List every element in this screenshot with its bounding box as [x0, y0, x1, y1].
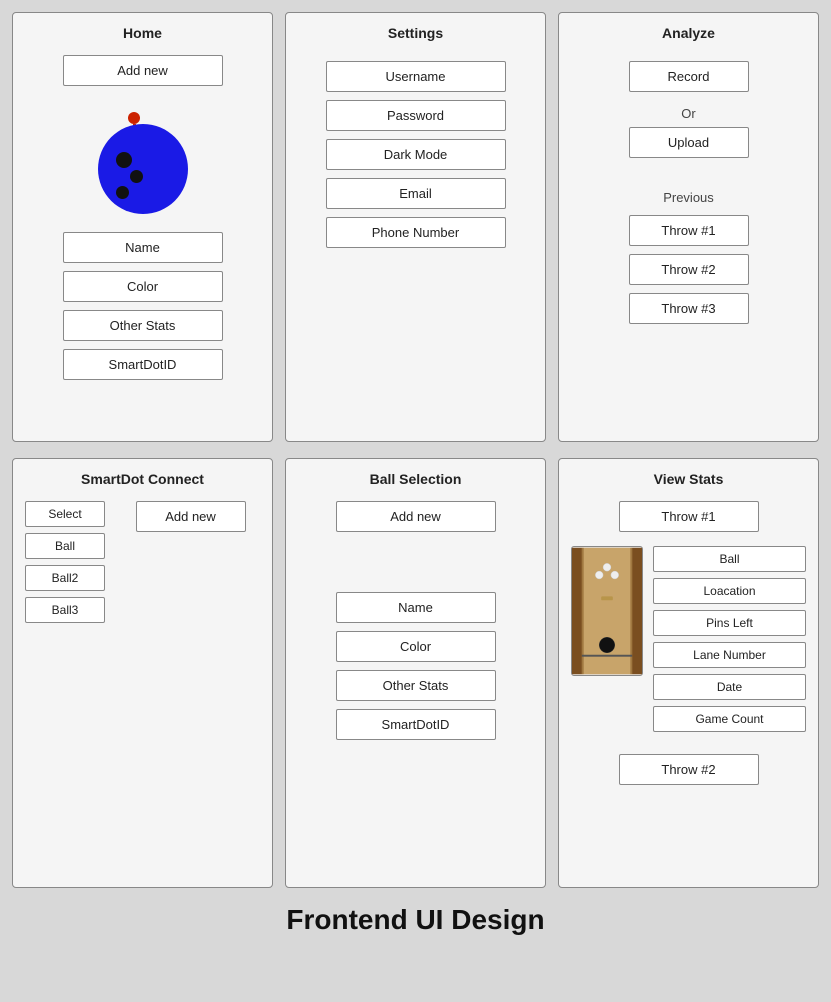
- bowling-ball: [98, 124, 188, 214]
- analyze-record-btn[interactable]: Record: [629, 61, 749, 92]
- bowling-ball-area: [25, 104, 260, 214]
- analyze-throw3[interactable]: Throw #3: [629, 293, 749, 324]
- home-stat-otherstats[interactable]: Other Stats: [63, 310, 223, 341]
- smartdot-layout: Select Ball Ball2 Ball3 Add new: [25, 501, 260, 623]
- viewstats-panel: View Stats Throw #1: [558, 458, 819, 888]
- viewstats-content: Ball Loacation Pins Left Lane Number Dat…: [571, 546, 806, 738]
- ball-sel-name[interactable]: Name: [336, 592, 496, 623]
- ball-selection-add-btn[interactable]: Add new: [336, 501, 496, 532]
- bowling-lane-svg: [572, 547, 642, 675]
- footer-title: Frontend UI Design: [12, 904, 819, 946]
- settings-username[interactable]: Username: [326, 61, 506, 92]
- analyze-throw1[interactable]: Throw #1: [629, 215, 749, 246]
- viewstats-throw2-btn[interactable]: Throw #2: [619, 754, 759, 785]
- bowling-lane-image: [571, 546, 643, 676]
- settings-panel: Settings Username Password Dark Mode Ema…: [285, 12, 546, 442]
- ball-sel-smartdotid[interactable]: SmartDotID: [336, 709, 496, 740]
- home-add-btn[interactable]: Add new: [63, 55, 223, 86]
- settings-phone[interactable]: Phone Number: [326, 217, 506, 248]
- viewstats-ball[interactable]: Ball: [653, 546, 806, 572]
- home-title: Home: [25, 25, 260, 41]
- viewstats-throw1-btn[interactable]: Throw #1: [619, 501, 759, 532]
- smartdot-ball[interactable]: Ball: [25, 533, 105, 559]
- viewstats-pinsleft[interactable]: Pins Left: [653, 610, 806, 636]
- home-stat-color[interactable]: Color: [63, 271, 223, 302]
- analyze-upload-btn[interactable]: Upload: [629, 127, 749, 158]
- viewstats-location[interactable]: Loacation: [653, 578, 806, 604]
- settings-title: Settings: [298, 25, 533, 41]
- ball-selection-stats: Name Color Other Stats SmartDotID: [298, 592, 533, 740]
- analyze-title: Analyze: [571, 25, 806, 41]
- home-stat-name[interactable]: Name: [63, 232, 223, 263]
- settings-darkmode[interactable]: Dark Mode: [326, 139, 506, 170]
- ball-selection-title: Ball Selection: [298, 471, 533, 487]
- analyze-center: Record Or Upload Previous Throw #1 Throw…: [571, 61, 806, 332]
- smartdot-ball2[interactable]: Ball2: [25, 565, 105, 591]
- analyze-previous-label: Previous: [663, 190, 714, 205]
- smartdot-select[interactable]: Select: [25, 501, 105, 527]
- home-panel: Home Add new Name Color Other Stats Smar…: [12, 12, 273, 442]
- ball-sel-color[interactable]: Color: [336, 631, 496, 662]
- ball-sel-otherstats[interactable]: Other Stats: [336, 670, 496, 701]
- analyze-throw2[interactable]: Throw #2: [629, 254, 749, 285]
- smartdot-add-btn[interactable]: Add new: [136, 501, 246, 532]
- smartdot-addnew-area: Add new: [121, 501, 260, 623]
- ball-selection-panel: Ball Selection Add new Name Color Other …: [285, 458, 546, 888]
- smartdot-list: Select Ball Ball2 Ball3: [25, 501, 105, 623]
- ball-dot: [116, 186, 129, 199]
- viewstats-gamecount[interactable]: Game Count: [653, 706, 806, 732]
- home-stat-smartdotid[interactable]: SmartDotID: [63, 349, 223, 380]
- home-stats: Name Color Other Stats SmartDotID: [25, 232, 260, 380]
- analyze-panel: Analyze Record Or Upload Previous Throw …: [558, 12, 819, 442]
- smartdot-panel: SmartDot Connect Select Ball Ball2 Ball3…: [12, 458, 273, 888]
- settings-password[interactable]: Password: [326, 100, 506, 131]
- settings-email[interactable]: Email: [326, 178, 506, 209]
- analyze-or-text: Or: [681, 106, 695, 121]
- viewstats-lanenumber[interactable]: Lane Number: [653, 642, 806, 668]
- smartdot-title: SmartDot Connect: [25, 471, 260, 487]
- viewstats-title: View Stats: [571, 471, 806, 487]
- settings-fields: Username Password Dark Mode Email Phone …: [298, 61, 533, 248]
- viewstats-fields: Ball Loacation Pins Left Lane Number Dat…: [653, 546, 806, 738]
- viewstats-date[interactable]: Date: [653, 674, 806, 700]
- smartdot-ball3[interactable]: Ball3: [25, 597, 105, 623]
